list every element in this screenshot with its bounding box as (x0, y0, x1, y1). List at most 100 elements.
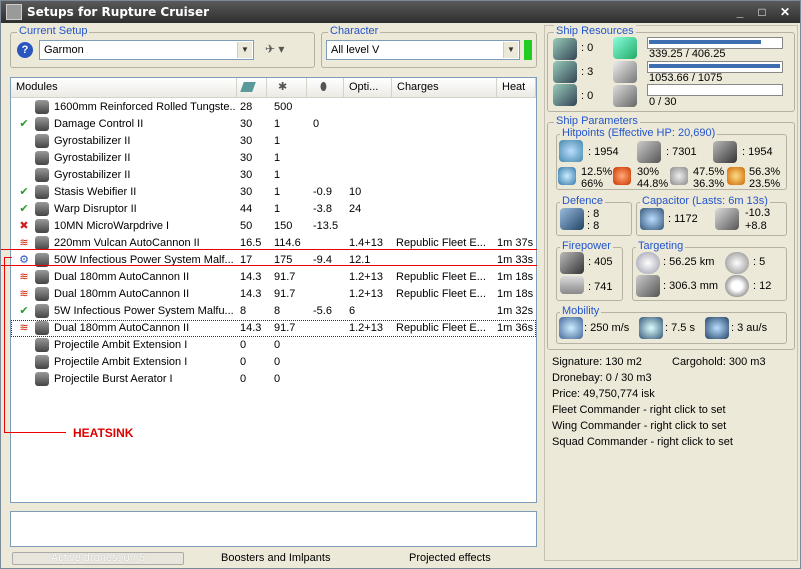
state-empty-icon[interactable] (18, 356, 30, 368)
module-icon (35, 321, 49, 335)
close-button[interactable]: ✕ (776, 4, 794, 20)
online-check-icon[interactable]: ✔ (18, 305, 30, 317)
cargohold-text: Cargohold: 300 m3 (672, 356, 766, 368)
character-select[interactable]: All level V ▼ (326, 40, 520, 60)
help-icon[interactable]: ? (17, 42, 33, 58)
column-heat[interactable]: Heat (497, 78, 536, 98)
state-empty-icon[interactable] (18, 152, 30, 164)
powergrid-icon (613, 61, 637, 83)
online-check-icon[interactable]: ✔ (18, 118, 30, 130)
module-row[interactable]: Gyrostabilizer II 30 1 (11, 167, 536, 184)
current-setup-label: Current Setup (17, 25, 90, 37)
module-pg: 500 (274, 101, 293, 113)
maximize-button[interactable]: □ (753, 4, 771, 20)
module-opti: 24 (349, 203, 362, 215)
overheat-icon[interactable]: ≋ (18, 288, 30, 300)
module-icon (35, 338, 49, 352)
setup-actions-button[interactable]: ✈ ▾ (265, 42, 299, 58)
hitpoints-label: Hitpoints (Effective HP: 20,690) (560, 127, 718, 139)
module-row[interactable]: ✖ 10MN MicroWarpdrive I 50 150 -13.5 (11, 218, 536, 235)
module-row[interactable]: ✔ Damage Control II 30 1 0 (11, 116, 536, 133)
cpu-icon (240, 82, 256, 92)
module-row[interactable]: Projectile Burst Aerator I 0 0 (11, 371, 536, 388)
heatsink-annotation: HEATSINK (73, 426, 134, 440)
module-row[interactable]: ⚙ 50W Infectious Power System Malf... 17 17… (11, 252, 536, 269)
module-row[interactable]: 1600mm Reinforced Rolled Tungste... 28 500 (11, 99, 536, 116)
overheat-icon[interactable]: ≋ (18, 237, 30, 249)
turret-slots-icon (553, 38, 577, 60)
module-row[interactable]: ≋ Dual 180mm AutoCannon II 14.3 91.7 1.2+13 R… (11, 269, 536, 286)
column-modules[interactable]: Modules (11, 78, 237, 98)
calibration-bar (647, 84, 783, 96)
fleet-commander-text[interactable]: Fleet Commander - right click to set (552, 404, 726, 416)
dronebay-text: Dronebay: 0 / 30 m3 (552, 372, 652, 384)
module-pg: 8 (274, 305, 281, 317)
module-row[interactable]: Projectile Ambit Extension I 0 0 (11, 337, 536, 354)
wing-commander-text[interactable]: Wing Commander - right click to set (552, 420, 726, 432)
chevron-down-icon: ▼ (503, 42, 518, 58)
module-cpu: 30 (240, 186, 253, 198)
targeting-label: Targeting (636, 240, 686, 252)
module-row[interactable]: Gyrostabilizer II 30 1 (11, 150, 536, 167)
module-cpu: 14.3 (240, 288, 262, 300)
module-row[interactable]: Gyrostabilizer II 30 1 (11, 133, 536, 150)
align-time-icon (639, 317, 663, 339)
module-cap: 0 (313, 118, 320, 130)
explosive-resist-2: 23.5% (749, 178, 781, 190)
module-row[interactable]: ✔ Warp Disruptor II 44 1 -3.8 24 (11, 201, 536, 218)
online-check-icon[interactable]: ✔ (18, 203, 30, 215)
cpu-value: 339.25 / 406.25 (649, 48, 726, 60)
projected-effects-tab[interactable]: Projected effects (409, 552, 491, 564)
mobility-label: Mobility (560, 305, 602, 317)
active-drones-tab[interactable]: Active drones: 0 / 5 (12, 552, 184, 565)
module-row[interactable]: Projectile Ambit Extension I 0 0 (11, 354, 536, 371)
module-row[interactable]: ≋ Dual 180mm AutoCannon II 14.3 91.7 1.2+13 R… (11, 320, 536, 337)
column-powergrid[interactable]: ✱ (267, 78, 307, 98)
column-capacitor[interactable]: ⬮ (307, 78, 344, 98)
state-empty-icon[interactable] (18, 135, 30, 147)
module-cpu: 30 (240, 118, 253, 130)
module-pg: 0 (274, 373, 281, 385)
offline-cross-icon[interactable]: ✖ (18, 220, 30, 232)
column-charges[interactable]: Charges (392, 78, 497, 98)
armor-icon (637, 141, 661, 163)
module-heat: 1m 36s (497, 322, 534, 334)
em-resist-1: 12.5% (581, 166, 613, 178)
app-icon (6, 4, 22, 20)
module-name: Projectile Burst Aerator I (54, 373, 173, 385)
online-check-icon[interactable]: ✔ (18, 186, 30, 198)
defence-value-2: : 8 (587, 220, 600, 232)
notes-area[interactable] (10, 511, 537, 547)
module-icon (35, 202, 49, 216)
overheat-icon[interactable]: ≋ (18, 271, 30, 283)
state-empty-icon[interactable] (18, 339, 30, 351)
shield-icon (559, 140, 583, 162)
capacitor-recharge-icon (715, 208, 739, 230)
capacitor-delta-1: -10.3 (745, 207, 771, 219)
column-optimal[interactable]: Opti... (344, 78, 392, 98)
state-empty-icon[interactable] (18, 169, 30, 181)
state-empty-icon[interactable] (18, 101, 30, 113)
turret-slots-value: : 0 (581, 42, 594, 54)
overheat-icon[interactable]: ≋ (18, 322, 30, 334)
module-name: 220mm Vulcan AutoCannon II (54, 237, 200, 249)
squad-commander-text[interactable]: Squad Commander - right click to set (552, 436, 733, 448)
structure-icon (713, 141, 737, 163)
setup-select-value: Garmon (44, 44, 84, 56)
minimize-button[interactable]: _ (731, 4, 749, 20)
column-cpu[interactable] (237, 78, 267, 98)
boosters-tab[interactable]: Boosters and Imlpants (221, 552, 330, 564)
module-pg: 0 (274, 356, 281, 368)
module-row[interactable]: ✔ Stasis Webifier II 30 1 -0.9 10 (11, 184, 536, 201)
explosive-resist-1: 56.3% (749, 166, 781, 178)
setup-select[interactable]: Garmon ▼ (39, 40, 254, 60)
module-opti: 10 (349, 186, 362, 198)
module-row[interactable]: ✔ 5W Infectious Power System Malfu... 8 8 -5… (11, 303, 536, 320)
module-name: Damage Control II (54, 118, 144, 130)
thermal-resist-2: 44.8% (637, 178, 669, 190)
module-cpu: 44 (240, 203, 253, 215)
defence-value-1: : 8 (587, 208, 600, 220)
module-row[interactable]: ≋ Dual 180mm AutoCannon II 14.3 91.7 1.2+13 R… (11, 286, 536, 303)
state-empty-icon[interactable] (18, 373, 30, 385)
annotation-line-top (1, 249, 537, 250)
